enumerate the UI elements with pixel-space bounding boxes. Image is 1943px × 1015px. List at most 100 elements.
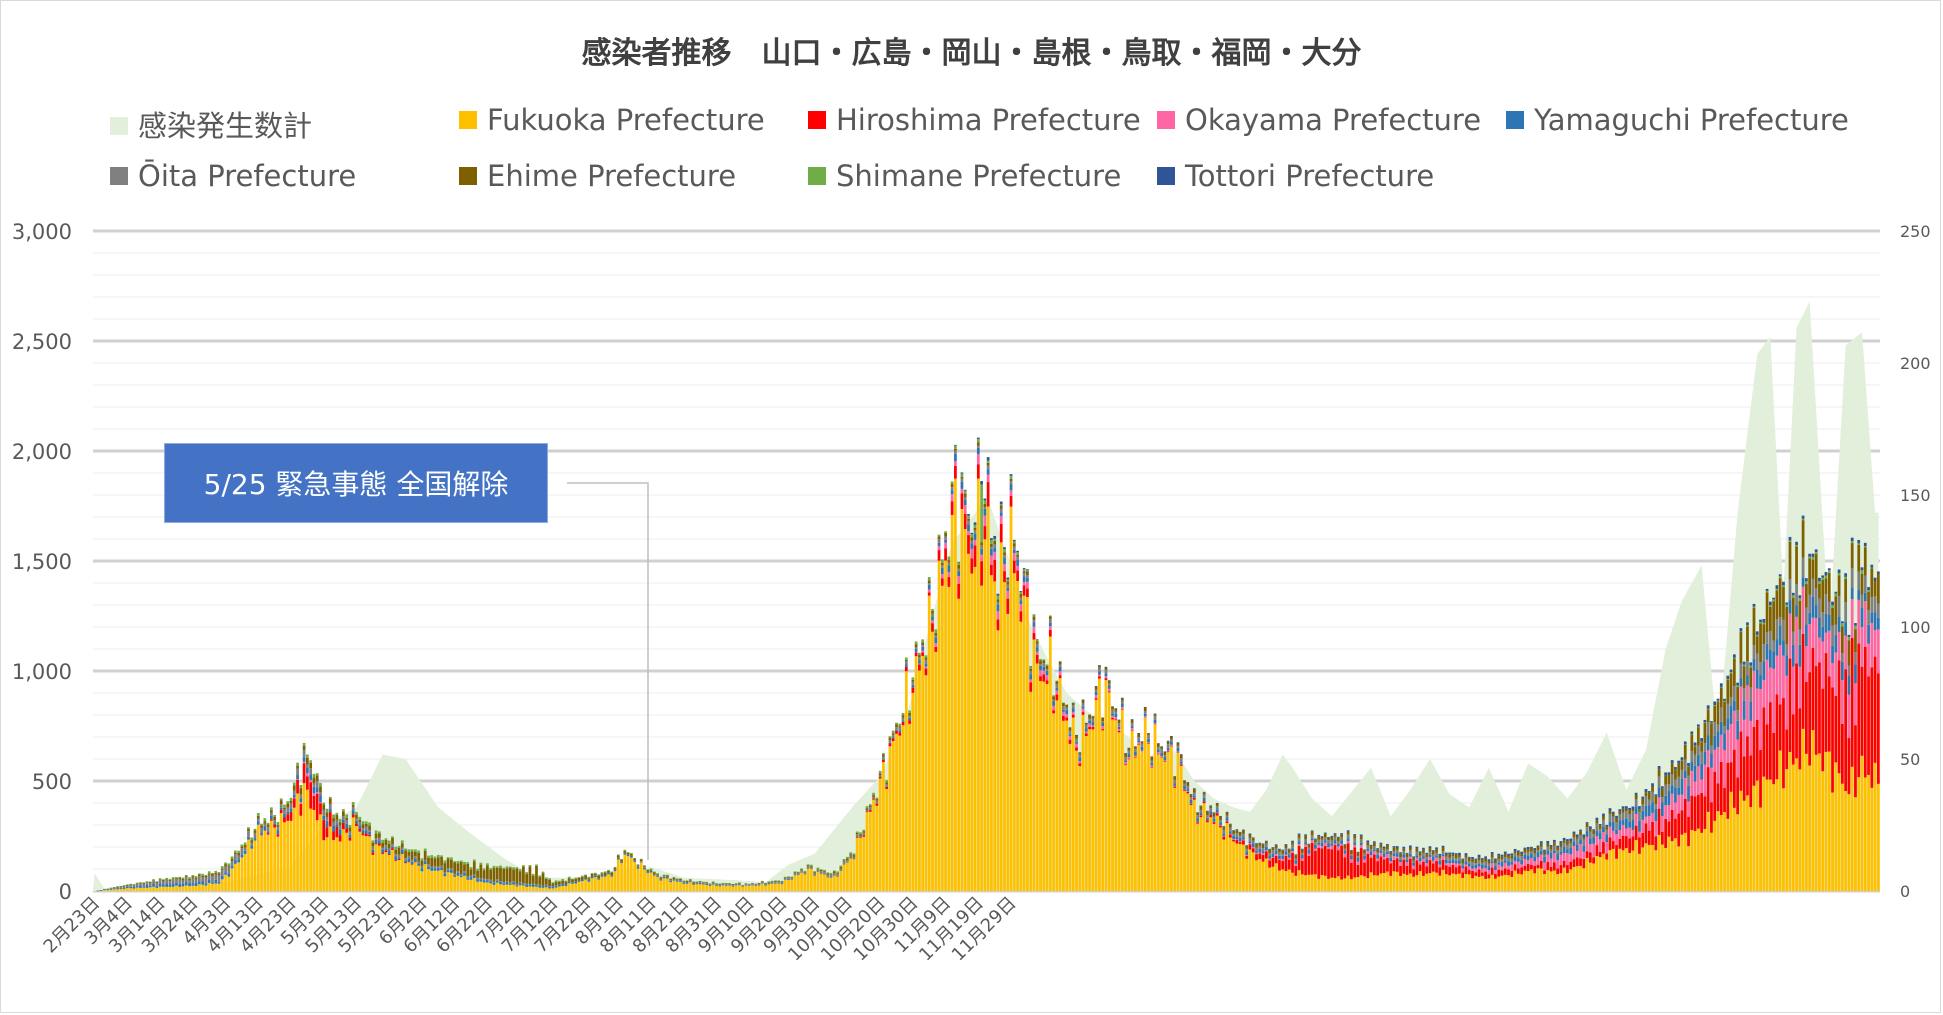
bar-segment-hiroshima: [1755, 719, 1759, 781]
bar-segment-okayama: [1654, 821, 1658, 837]
bar-segment-oita: [1821, 612, 1825, 627]
bar-segment-fukuoka: [378, 845, 381, 891]
bar-segment-yamaguchi: [214, 879, 218, 884]
bar-segment-yamaguchi: [1392, 853, 1396, 857]
bar-segment-oita: [1716, 724, 1720, 732]
bar-segment-tottori: [1739, 628, 1743, 632]
bar-segment-oita: [1804, 607, 1808, 625]
bar-segment-ehime: [1320, 837, 1324, 840]
bar-segment-oita: [1294, 858, 1298, 861]
bar-segment-okayama: [1127, 757, 1131, 759]
bar-segment-ehime: [476, 870, 479, 878]
bar-segment-tottori: [1081, 699, 1085, 701]
bar-segment-okayama: [1768, 667, 1772, 703]
bar-segment-hiroshima: [1752, 726, 1756, 786]
bar-segment-yamaguchi: [846, 861, 849, 863]
bar-segment-oita: [1052, 699, 1055, 702]
bar-segment-shimane: [829, 872, 833, 875]
bar-segment-hiroshima: [1559, 865, 1563, 874]
bar-segment-oita: [266, 827, 270, 832]
bar-segment-oita: [253, 832, 257, 839]
bar-segment-fukuoka: [1624, 848, 1628, 891]
bar-segment-shimane: [528, 865, 532, 867]
bar-segment-fukuoka: [1595, 855, 1599, 891]
bar-segment-tottori: [1624, 806, 1628, 809]
bar-segment-yamaguchi: [325, 820, 329, 828]
bar-segment-fukuoka: [394, 860, 398, 891]
bar-segment-oita: [1022, 573, 1026, 577]
bar-segment-shimane: [1706, 708, 1710, 710]
bar-segment-oita: [1232, 833, 1235, 836]
bar-segment-ehime: [584, 875, 587, 879]
bar-segment-yamaguchi: [1680, 778, 1684, 795]
bar-segment-fukuoka: [1245, 858, 1249, 891]
bar-segment-shimane: [1837, 573, 1841, 576]
bar-segment-fukuoka: [446, 872, 450, 891]
bar-segment-okayama: [1395, 856, 1399, 859]
bar-segment-tottori: [1660, 786, 1664, 789]
bar-segment-hiroshima: [299, 804, 303, 816]
bar-segment-oita: [184, 877, 188, 883]
bar-segment-hiroshima: [1336, 850, 1340, 877]
bar-segment-fukuoka: [990, 575, 993, 891]
bar-segment-yamaguchi: [1569, 847, 1573, 855]
right-axis-tick: 100: [1900, 618, 1931, 637]
bar-segment-yamaguchi: [1811, 596, 1815, 618]
bar-segment-oita: [1775, 619, 1779, 640]
bar-segment-shimane: [371, 840, 375, 843]
bar-segment-hiroshima: [1412, 869, 1415, 877]
bar-segment-fukuoka: [345, 832, 349, 891]
bar-segment-tottori: [1127, 747, 1131, 749]
bar-segment-yamaguchi: [1451, 859, 1455, 864]
bar-segment-hiroshima: [1588, 852, 1592, 863]
bar-segment-fukuoka: [1009, 506, 1013, 891]
bar-segment-shimane: [220, 866, 224, 869]
bar-segment-shimane: [417, 850, 421, 853]
bar-segment-hiroshima: [1765, 724, 1769, 780]
bar-segment-oita: [400, 847, 404, 850]
bar-segment-ehime: [613, 867, 617, 870]
bar-segment-yamaguchi: [1595, 830, 1599, 837]
bar-segment-shimane: [125, 884, 129, 885]
bar-segment-yamaguchi: [944, 539, 947, 543]
bar-segment-oita: [819, 871, 823, 874]
bar-segment-fukuoka: [1480, 875, 1484, 891]
bar-segment-tottori: [1078, 752, 1082, 753]
bar-segment-ehime: [839, 866, 843, 869]
bar-segment-tottori: [1330, 835, 1334, 837]
bar-segment-ehime: [502, 868, 506, 882]
bar-segment-yamaguchi: [819, 873, 823, 874]
bar-segment-ehime: [1333, 834, 1337, 837]
bar-segment-fukuoka: [914, 656, 918, 891]
bar-segment-oita: [518, 881, 522, 883]
bar-segment-ehime: [1258, 843, 1262, 846]
bar-segment-okayama: [1408, 856, 1412, 859]
bar-segment-fukuoka: [1844, 791, 1848, 891]
bar-segment-oita: [1651, 791, 1654, 803]
bar-segment-ehime: [679, 878, 682, 881]
bar-segment-fukuoka: [1101, 730, 1105, 891]
bar-segment-yamaguchi: [1048, 622, 1052, 627]
bar-segment-oita: [201, 877, 205, 882]
bar-segment-hiroshima: [1343, 857, 1347, 879]
bar-segment-oita: [1474, 863, 1478, 865]
bar-segment-oita: [1130, 723, 1134, 727]
bar-segment-yamaguchi: [322, 815, 326, 820]
bar-segment-shimane: [954, 445, 957, 449]
bar-segment-shimane: [656, 873, 659, 874]
bar-segment-shimane: [348, 824, 352, 828]
bar-segment-ehime: [404, 850, 407, 859]
bar-segment-hiroshima: [1170, 745, 1173, 747]
bar-segment-ehime: [1687, 766, 1690, 776]
bar-segment-hiroshima: [908, 720, 911, 724]
bar-segment-fukuoka: [754, 885, 758, 891]
bar-segment-fukuoka: [1163, 761, 1167, 891]
bar-segment-ehime: [204, 875, 208, 878]
bar-segment-okayama: [1156, 752, 1160, 754]
bar-segment-yamaguchi: [1225, 817, 1229, 821]
bar-segment-tottori: [1546, 840, 1550, 844]
bar-segment-hiroshima: [1746, 736, 1749, 796]
bar-segment-okayama: [1166, 750, 1170, 752]
bar-segment-ehime: [472, 861, 476, 875]
bar-segment-ehime: [1228, 824, 1232, 828]
